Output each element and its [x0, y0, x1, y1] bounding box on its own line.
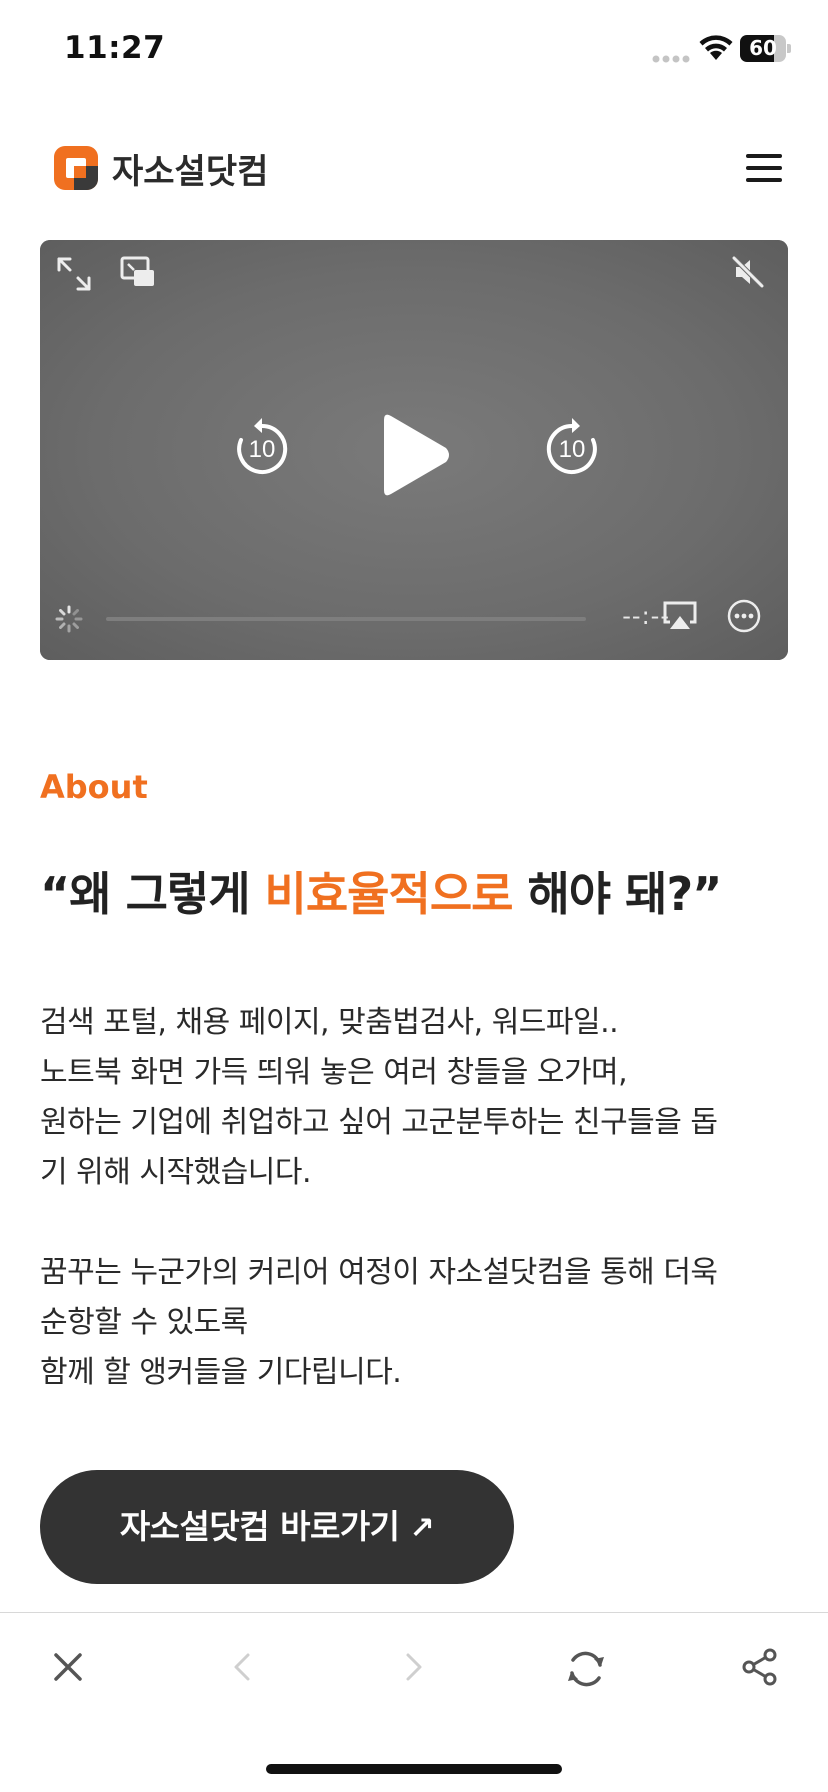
play-icon[interactable]: [376, 410, 456, 500]
battery-level: 60: [749, 36, 777, 60]
close-icon[interactable]: [48, 1647, 88, 1687]
skip-forward-button[interactable]: 10: [540, 416, 604, 480]
paragraph-line: 함께 할 앵커들을 기다립니다.: [40, 1355, 402, 1390]
paragraph-line: 검색 포털, 채용 페이지, 맞춤법검사, 워드파일..: [40, 1005, 619, 1040]
loading-spinner-icon: [55, 605, 83, 633]
airplay-icon[interactable]: [662, 600, 698, 632]
paragraph-line: 기 위해 시작했습니다.: [40, 1155, 312, 1190]
more-options-icon[interactable]: [726, 598, 762, 634]
paragraph-line: 노트북 화면 가득 띄워 놓은 여러 창들을 오가며,: [40, 1055, 628, 1090]
cellular-signal-icon: [652, 55, 690, 63]
about-paragraph-1: 검색 포털, 채용 페이지, 맞춤법검사, 워드파일.. 노트북 화면 가득 띄…: [40, 998, 800, 1198]
status-bar: 11:27 60: [0, 0, 828, 100]
skip-forward-seconds: 10: [558, 436, 586, 463]
visit-site-button[interactable]: 자소설닷컴 바로가기 ↗: [40, 1470, 514, 1584]
mute-icon[interactable]: [730, 254, 766, 290]
site-header: 자소설닷컴: [0, 130, 828, 200]
skip-back-button[interactable]: 10: [230, 416, 294, 480]
skip-back-seconds: 10: [248, 436, 276, 463]
headline-suffix: 해야 돼?”: [512, 867, 722, 921]
forward-icon[interactable]: [396, 1647, 432, 1687]
headline-prefix: “왜 그렇게: [40, 867, 265, 921]
about-paragraph-2: 꿈꾸는 누군가의 커리어 여정이 자소설닷컴을 통해 더욱 순항할 수 있도록 …: [40, 1248, 800, 1398]
hamburger-menu-icon[interactable]: [746, 154, 782, 182]
logo-text[interactable]: 자소설닷컴: [112, 144, 268, 193]
external-arrow-icon: ↗: [409, 1511, 435, 1546]
paragraph-line: 순항할 수 있도록: [40, 1305, 248, 1340]
headline-accent: 비효율적으로: [264, 867, 514, 921]
reload-icon[interactable]: [564, 1647, 608, 1691]
back-icon[interactable]: [224, 1647, 260, 1687]
cta-label: 자소설닷컴 바로가기: [119, 1507, 400, 1546]
paragraph-line: 원하는 기업에 취업하고 싶어 고군분투하는 친구들을 돕: [40, 1105, 718, 1140]
video-progress-bar[interactable]: [106, 617, 586, 621]
home-indicator[interactable]: [266, 1764, 562, 1774]
picture-in-picture-icon[interactable]: [120, 256, 156, 290]
wifi-icon: [699, 35, 733, 60]
battery-icon: 60: [740, 35, 791, 62]
status-time: 11:27: [64, 30, 166, 66]
share-icon[interactable]: [740, 1647, 780, 1687]
fullscreen-icon[interactable]: [54, 254, 94, 294]
video-time: --:--: [622, 602, 670, 630]
paragraph-line: 꿈꾸는 누군가의 커리어 여정이 자소설닷컴을 통해 더욱: [40, 1255, 718, 1290]
logo-icon[interactable]: [52, 144, 100, 192]
section-eyebrow: About: [40, 768, 148, 806]
section-headline: “왜 그렇게 비효율적으로 해야 돼?”: [40, 858, 800, 924]
video-player[interactable]: 10 10 --:--: [40, 240, 788, 660]
